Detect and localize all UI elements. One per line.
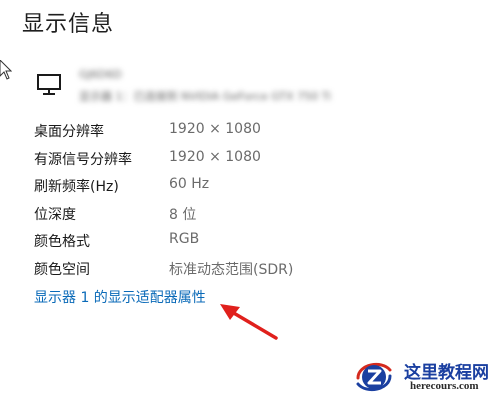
monitor-name: GJ6D6D (79, 68, 122, 81)
info-value: RGB (169, 231, 200, 247)
info-value: 8 位 (169, 206, 197, 223)
info-row-desktop-resolution: 桌面分辨率 1920 × 1080 (34, 119, 454, 147)
info-label: 桌面分辨率 (34, 124, 104, 140)
info-value: 1920 × 1080 (169, 121, 261, 137)
info-row-color-format: 颜色格式 RGB (34, 229, 454, 257)
page-title: 显示信息 (22, 12, 115, 37)
watermark-logo-icon (356, 362, 392, 392)
info-row-refresh-rate: 刷新频率(Hz) 60 Hz (34, 174, 454, 202)
info-value: 60 Hz (169, 176, 210, 192)
monitor-description: 显示器 1：已连接到 NVIDIA GeForce GTX 750 Ti (79, 90, 332, 103)
info-value: 1920 × 1080 (169, 148, 261, 165)
info-label: 有源信号分辨率 (34, 151, 132, 168)
info-label: 位深度 (34, 206, 76, 223)
mouse-cursor-icon (0, 60, 12, 80)
info-row-color-space: 颜色空间 标准动态范围(SDR) (34, 257, 454, 285)
display-adapter-properties-link[interactable]: 显示器 1 的显示适配器属性 (34, 287, 206, 307)
monitor-icon (37, 74, 61, 95)
info-label: 颜色空间 (34, 261, 90, 278)
monitor-summary: GJ6D6D 显示器 1：已连接到 NVIDIA GeForce GTX 750… (36, 68, 416, 108)
info-label: 颜色格式 (34, 234, 90, 250)
site-watermark: 这里教程网 herecours.com (352, 356, 498, 398)
watermark-url: herecours.com (410, 380, 479, 392)
info-label: 刷新频率(Hz) (34, 179, 119, 195)
info-value: 标准动态范围(SDR) (169, 261, 294, 278)
info-row-bit-depth: 位深度 8 位 (34, 202, 454, 230)
red-arrow-annotation-icon (220, 304, 278, 340)
display-info-table: 桌面分辨率 1920 × 1080 有源信号分辨率 1920 × 1080 刷新… (34, 119, 454, 284)
info-row-active-signal-resolution: 有源信号分辨率 1920 × 1080 (34, 147, 454, 175)
